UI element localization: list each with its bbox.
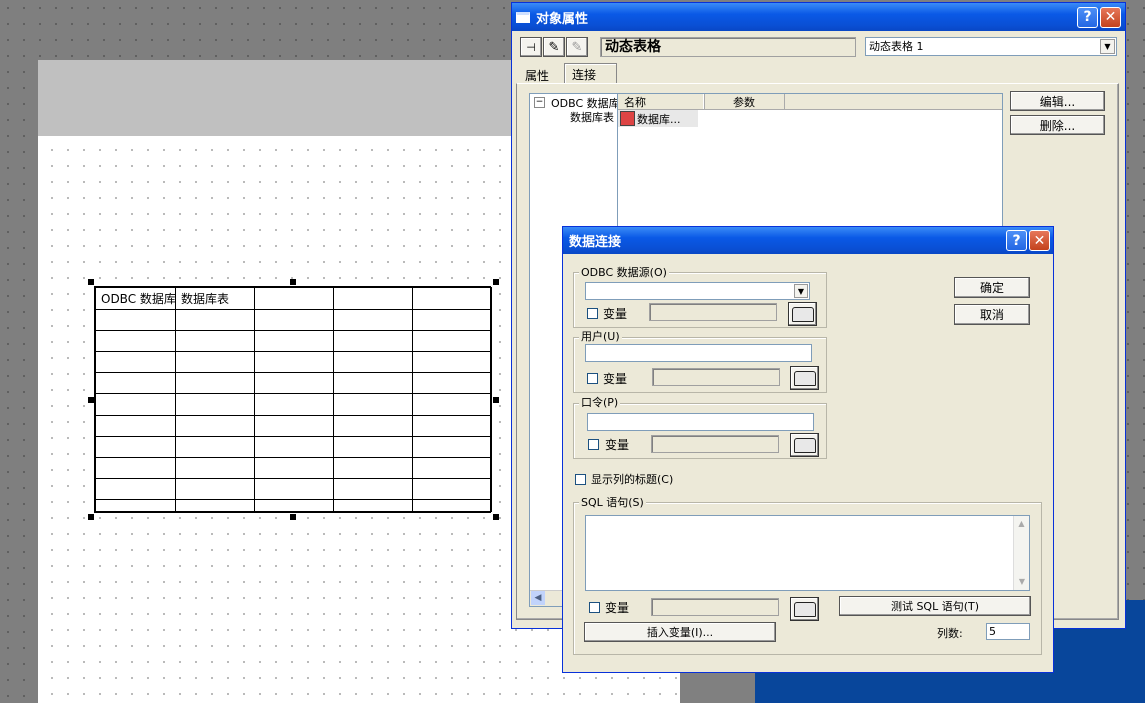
folder-icon — [793, 437, 816, 453]
cancel-button[interactable]: 取消 — [954, 304, 1030, 325]
user-variable-checkbox[interactable] — [587, 373, 598, 384]
resize-handle[interactable] — [493, 514, 499, 520]
ok-button[interactable]: 确定 — [954, 277, 1030, 298]
odbc-browse-button[interactable] — [788, 302, 817, 326]
properties-title: 对象属性 — [536, 11, 589, 27]
tab-connection[interactable]: 连接 — [564, 63, 617, 84]
close-button[interactable]: ✕ — [1100, 6, 1121, 28]
odbc-variable-checkbox[interactable] — [587, 308, 598, 319]
list-header-params[interactable]: 参数 — [705, 94, 785, 109]
sql-vscrollbar[interactable]: ▲ ▼ — [1013, 516, 1029, 590]
database-icon — [620, 111, 635, 126]
sql-browse-button[interactable] — [790, 597, 819, 621]
tree-collapse-icon[interactable]: − — [534, 97, 545, 108]
sql-variable-label: 变量 — [605, 601, 630, 615]
password-group-label: 口令(P) — [579, 394, 621, 410]
table-header-cell: ODBC 数据库 — [95, 287, 176, 310]
resize-handle[interactable] — [493, 397, 499, 403]
columns-label: 列数: — [937, 627, 963, 640]
insert-variable-button[interactable]: 插入变量(I)... — [584, 622, 776, 642]
pin-icon[interactable]: ⊣ — [520, 37, 542, 57]
password-browse-button[interactable] — [790, 433, 819, 457]
user-variable-field — [652, 368, 780, 386]
columns-input[interactable]: 5 — [986, 623, 1030, 640]
user-input[interactable] — [585, 344, 812, 362]
chevron-down-icon[interactable]: ▼ — [794, 284, 808, 298]
show-titles-checkbox[interactable] — [575, 474, 586, 485]
connection-list[interactable]: 名称 参数 数据库... — [617, 93, 1003, 233]
tab-connection-label: 连接 — [572, 68, 597, 82]
dialog-help-button[interactable]: ? — [1006, 230, 1027, 251]
password-variable-label: 变量 — [605, 438, 630, 452]
chevron-down-icon[interactable]: ▼ — [1100, 39, 1115, 54]
sql-variable-field — [651, 598, 779, 616]
pipette-icon[interactable]: ✎ — [543, 37, 565, 57]
password-variable-field — [651, 435, 779, 453]
table-cell — [412, 287, 492, 310]
folder-icon — [791, 306, 814, 322]
dialog-close-button[interactable]: ✕ — [1029, 230, 1050, 251]
data-connection-dialog: 数据连接 ? ✕ ODBC 数据源(O) ▼ 变量 用户(U) 变量 口令(P)… — [562, 226, 1054, 673]
scroll-left-icon[interactable]: ◀ — [531, 591, 545, 605]
odbc-source-select[interactable]: ▼ — [585, 282, 810, 300]
delete-button[interactable]: 删除... — [1010, 115, 1105, 135]
resize-handle[interactable] — [290, 514, 296, 520]
list-item[interactable]: 数据库... — [618, 110, 698, 127]
table-header-cell: 数据库表 — [175, 287, 255, 310]
password-variable-checkbox[interactable] — [588, 439, 599, 450]
list-header-name[interactable]: 名称 — [618, 94, 705, 109]
resize-handle[interactable] — [88, 279, 94, 285]
sql-variable-checkbox[interactable] — [589, 602, 600, 613]
table-cell — [333, 287, 413, 310]
test-sql-button[interactable]: 测试 SQL 语句(T) — [839, 596, 1031, 616]
tree-child[interactable]: 数据库表 — [570, 109, 614, 125]
properties-titlebar[interactable]: 对象属性 ? ✕ — [512, 3, 1125, 31]
folder-icon — [793, 370, 816, 386]
pipette-disabled-icon: ✎ — [566, 37, 588, 57]
resize-handle[interactable] — [493, 279, 499, 285]
object-name-field: 动态表格 — [600, 37, 856, 57]
odbc-variable-label: 变量 — [603, 307, 628, 321]
dialog-title: 数据连接 — [569, 235, 622, 250]
odbc-group-label: ODBC 数据源(O) — [579, 264, 669, 280]
window-icon — [516, 11, 530, 23]
sql-group-label: SQL 语句(S) — [579, 494, 646, 510]
password-input[interactable] — [587, 413, 814, 431]
sql-textarea[interactable]: ▲ ▼ — [585, 515, 1030, 591]
object-select-value: 动态表格 1 — [869, 40, 924, 53]
list-header: 名称 参数 — [618, 94, 1002, 110]
list-item-label: 数据库... — [637, 112, 681, 126]
scroll-down-icon[interactable]: ▼ — [1014, 574, 1030, 590]
object-select[interactable]: 动态表格 1 ▼ — [865, 37, 1117, 56]
folder-icon — [793, 601, 816, 617]
resize-handle[interactable] — [88, 397, 94, 403]
resize-handle[interactable] — [290, 279, 296, 285]
table-cell — [254, 287, 334, 310]
user-browse-button[interactable] — [790, 366, 819, 390]
help-button[interactable]: ? — [1077, 6, 1098, 28]
odbc-variable-field — [649, 303, 777, 321]
scroll-up-icon[interactable]: ▲ — [1014, 516, 1029, 532]
dialog-titlebar[interactable]: 数据连接 ? ✕ — [563, 227, 1053, 254]
dynamic-table-widget[interactable]: ODBC 数据库 数据库表 — [94, 286, 492, 513]
edit-button[interactable]: 编辑... — [1010, 91, 1105, 111]
user-variable-label: 变量 — [603, 372, 628, 386]
resize-handle[interactable] — [88, 514, 94, 520]
user-group-label: 用户(U) — [579, 328, 622, 344]
tab-properties[interactable]: 属性 — [525, 67, 549, 84]
show-titles-label: 显示列的标题(C) — [591, 473, 674, 486]
